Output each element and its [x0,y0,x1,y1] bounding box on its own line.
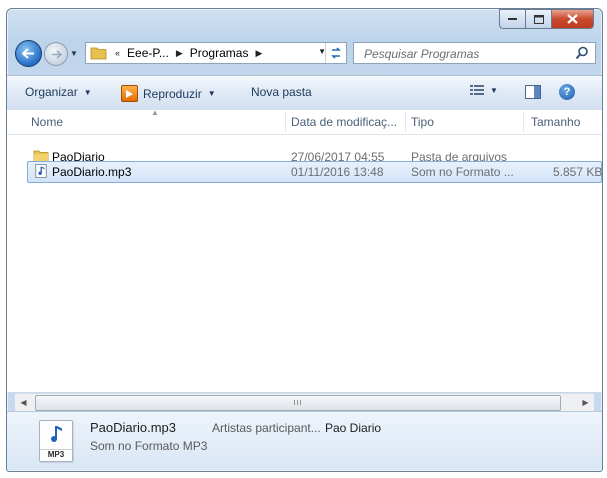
column-divider[interactable] [285,112,286,132]
scroll-right-button[interactable]: ▶ [577,394,594,411]
change-view-button[interactable]: ▼ [470,85,498,95]
column-divider[interactable] [523,112,524,132]
audio-file-icon [35,164,47,178]
organize-button[interactable]: Organizar ▼ [25,85,92,99]
window-controls [499,9,594,29]
address-bar[interactable]: « Eee-P... ▶ Programas ▶ ▼ [85,42,347,64]
column-divider[interactable] [405,112,406,132]
file-row-selected[interactable]: PaoDiario.mp3 01/11/2016 13:48 Som no Fo… [27,161,602,183]
forward-arrow-icon [51,49,62,59]
details-file-name: PaoDiario.mp3 [90,420,176,435]
back-arrow-icon [22,48,34,59]
back-button[interactable] [15,40,42,67]
file-extension-label: MP3 [40,449,72,459]
preview-pane-button[interactable] [525,84,541,100]
breadcrumb-item[interactable]: Programas [190,46,249,60]
breadcrumb: « Eee-P... ▶ Programas ▶ [108,46,269,60]
explorer-window: ▼ « Eee-P... ▶ Programas ▶ ▼ Organizar ▼ [6,8,603,472]
breadcrumb-item[interactable]: Eee-P... [127,46,169,60]
navigation-bar: ▼ « Eee-P... ▶ Programas ▶ ▼ [13,39,596,67]
file-name: PaoDiario.mp3 [52,165,132,179]
details-property-label: Artistas participant... [212,421,321,435]
column-header-name[interactable]: Nome [31,115,63,129]
organize-label: Organizar [25,85,78,99]
maximize-icon [533,14,544,24]
column-header-type[interactable]: Tipo [411,115,434,129]
horizontal-scrollbar[interactable]: ◀ III ▶ [15,393,594,411]
search-box[interactable] [353,42,596,64]
search-input[interactable] [362,46,566,62]
audio-file-icon: MP3 [39,420,73,462]
help-button[interactable]: ? [559,84,575,100]
refresh-button[interactable] [325,43,346,63]
new-folder-label: Nova pasta [251,85,312,99]
column-header-size[interactable]: Tamanho [531,115,580,129]
forward-button[interactable] [44,42,68,66]
view-details-icon [470,85,484,95]
maximize-button[interactable] [525,9,551,29]
refresh-icon [331,47,341,59]
chevron-right-icon[interactable]: ▶ [255,48,262,59]
sort-ascending-icon: ▲ [151,110,159,117]
details-pane: MP3 PaoDiario.mp3 Som no Formato MP3 Art… [7,411,602,470]
grip-icon: III [293,399,303,407]
close-icon [567,14,578,24]
preview-pane-icon [525,85,541,99]
chevron-right-icon[interactable]: ▶ [176,48,183,59]
command-bar: Organizar ▼ Reproduzir ▼ Nova pasta ▼ ? [7,75,602,111]
close-button[interactable] [551,9,594,29]
breadcrumb-overflow-icon[interactable]: « [115,48,120,58]
music-note-icon [51,426,62,443]
chevron-down-icon: ▼ [83,87,92,97]
column-header-date[interactable]: Data de modificaç... [291,115,397,129]
chevron-down-icon: ▼ [70,48,78,58]
new-folder-button[interactable]: Nova pasta [251,85,312,99]
file-size: 5.857 KB [553,165,602,179]
chevron-left-icon: ◀ [20,398,27,407]
file-list: ▲ Nome Data de modificaç... Tipo Tamanho… [7,110,602,392]
scroll-left-button[interactable]: ◀ [15,394,32,411]
chevron-down-icon: ▼ [490,85,498,95]
chevron-down-icon: ▼ [207,89,216,98]
minimize-icon [508,18,517,20]
details-property-value[interactable]: Pao Diario [325,421,381,435]
play-label: Reproduzir [143,86,202,101]
help-icon: ? [563,86,571,98]
file-date: 01/11/2016 13:48 [291,165,384,179]
chevron-right-icon: ▶ [582,398,589,407]
search-icon[interactable] [575,46,589,60]
play-button[interactable]: Reproduzir ▼ [121,85,216,102]
recent-pages-dropdown[interactable]: ▼ [69,47,79,59]
scrollbar-thumb[interactable]: III [35,395,561,411]
details-file-type: Som no Formato MP3 [90,439,208,453]
play-icon [121,85,138,102]
minimize-button[interactable] [499,9,525,29]
column-headers: ▲ Nome Data de modificaç... Tipo Tamanho [7,110,602,135]
folder-icon [90,47,107,60]
file-type: Som no Formato ... [411,165,514,179]
